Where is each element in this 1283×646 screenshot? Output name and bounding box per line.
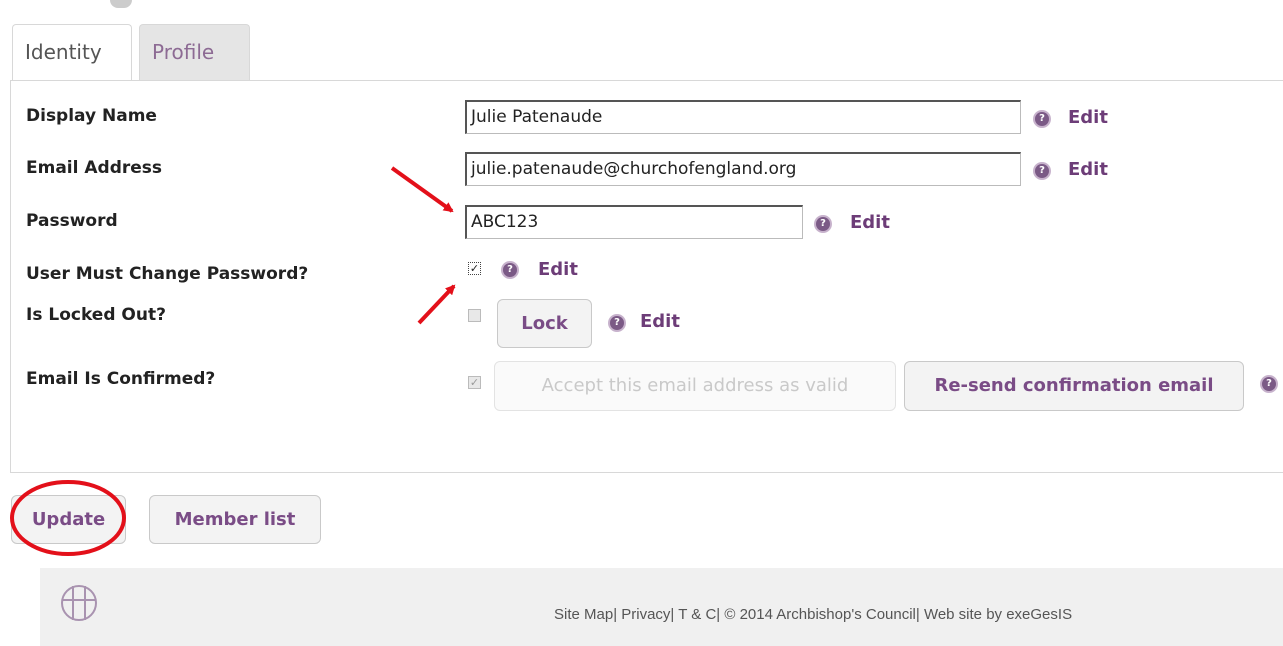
member-list-button[interactable]: Member list	[149, 495, 321, 544]
tab-profile[interactable]: Profile	[139, 24, 250, 80]
help-icon[interactable]: ?	[503, 263, 517, 277]
help-icon[interactable]: ?	[816, 217, 830, 231]
email-confirmed-label: Email Is Confirmed?	[26, 369, 216, 389]
must-change-password-checkbox[interactable]: ✓	[468, 262, 481, 275]
help-icon[interactable]: ?	[1262, 377, 1276, 391]
edit-password-link[interactable]: Edit	[850, 212, 890, 233]
display-name-field[interactable]: Julie Patenaude	[465, 100, 1021, 134]
edit-locked-out-link[interactable]: Edit	[640, 311, 680, 332]
email-confirmed-checkbox: ✓	[468, 376, 481, 389]
must-change-password-label: User Must Change Password?	[26, 264, 309, 284]
lock-button[interactable]: Lock	[497, 299, 592, 348]
email-field[interactable]: julie.patenaude@churchofengland.org	[465, 152, 1021, 186]
help-icon[interactable]: ?	[1035, 164, 1049, 178]
help-icon[interactable]: ?	[610, 316, 624, 330]
locked-out-label: Is Locked Out?	[26, 305, 166, 325]
password-field[interactable]: ABC123	[465, 205, 803, 239]
locked-out-checkbox	[468, 309, 481, 322]
update-button[interactable]: Update	[11, 495, 126, 544]
edit-display-name-link[interactable]: Edit	[1068, 107, 1108, 128]
help-icon[interactable]: ?	[1035, 112, 1049, 126]
password-label: Password	[26, 211, 118, 231]
logo	[59, 581, 99, 629]
resend-confirmation-button[interactable]: Re-send confirmation email	[904, 361, 1244, 411]
email-address-label: Email Address	[26, 158, 163, 178]
tab-identity[interactable]: Identity	[12, 24, 132, 81]
footer-links[interactable]: Site Map| Privacy| T & C| © 2014 Archbis…	[554, 606, 1072, 623]
heading-fragment	[110, 0, 132, 8]
edit-email-link[interactable]: Edit	[1068, 159, 1108, 180]
accept-email-button: Accept this email address as valid	[494, 361, 896, 411]
display-name-label: Display Name	[26, 106, 157, 126]
edit-must-change-password-link[interactable]: Edit	[538, 259, 578, 280]
